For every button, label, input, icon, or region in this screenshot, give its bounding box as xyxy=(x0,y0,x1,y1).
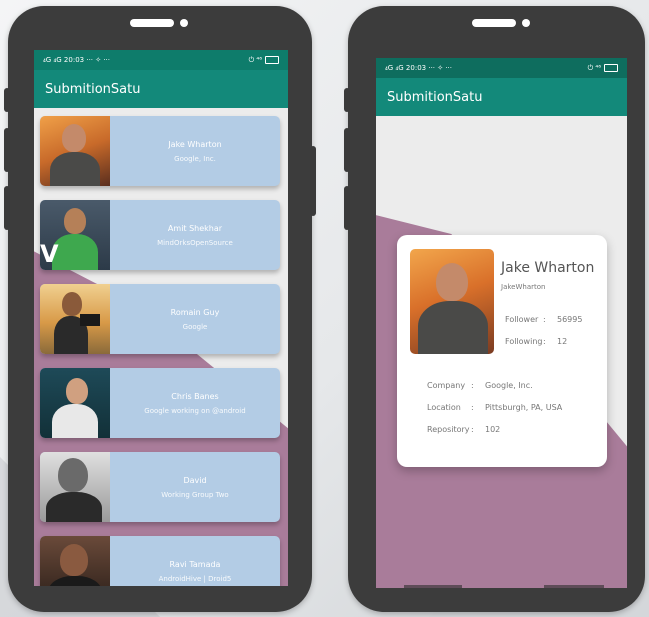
user-name: Romain Guy xyxy=(170,307,220,317)
battery-icon xyxy=(265,56,279,64)
card-text: Jake Wharton Google, Inc. xyxy=(110,116,280,186)
screen-user-list: ₄G ₄G 20:03 ··· ✧ ··· ⏻ ⁴⁶ SubmitionSatu… xyxy=(34,50,288,586)
user-list: Jake Wharton Google, Inc. V Amit Shekhar… xyxy=(40,116,280,586)
bottom-tab-indicator xyxy=(404,585,462,588)
phone-volume-button xyxy=(4,88,10,112)
avatar-image xyxy=(40,368,110,438)
avatar-image xyxy=(40,284,110,354)
user-card-romain[interactable]: Romain Guy Google xyxy=(40,284,280,354)
detail-name: Jake Wharton xyxy=(501,260,595,276)
phone-camera xyxy=(522,19,530,27)
location-row: Location: Pittsburgh, PA, USA xyxy=(427,403,563,412)
company-row: Company: Google, Inc. xyxy=(427,381,533,390)
user-name: Amit Shekhar xyxy=(167,223,223,233)
status-left: ₄G ₄G 20:03 ··· ✧ ··· xyxy=(43,56,111,64)
user-name: Jake Wharton xyxy=(168,139,222,149)
battery-icon xyxy=(604,64,618,72)
status-right: ⏻ ⁴⁶ xyxy=(249,56,279,65)
phone-volume-button xyxy=(344,88,350,112)
card-text: Ravi Tamada AndroidHive | Droid5 xyxy=(110,536,280,586)
app-title: SubmitionSatu xyxy=(387,89,483,105)
phone-speaker xyxy=(472,19,516,27)
detail-avatar-image xyxy=(410,249,494,354)
status-right: ⏻ ⁴⁶ xyxy=(588,64,618,73)
status-left: ₄G ₄G 20:03 ··· ✧ ··· xyxy=(385,64,453,72)
repository-value: 102 xyxy=(485,425,501,434)
detail-username: JakeWharton xyxy=(501,283,546,291)
user-card-chris[interactable]: Chris Banes Google working on @android xyxy=(40,368,280,438)
follower-count: 56995 xyxy=(557,315,583,324)
app-title: SubmitionSatu xyxy=(45,81,141,97)
card-text: Romain Guy Google xyxy=(110,284,280,354)
user-card-david[interactable]: David Working Group Two xyxy=(40,452,280,522)
user-company: Google xyxy=(182,322,208,331)
company-value: Google, Inc. xyxy=(485,381,533,390)
avatar-image xyxy=(40,116,110,186)
user-name: David xyxy=(183,475,207,485)
card-text: David Working Group Two xyxy=(110,452,280,522)
user-name: Chris Banes xyxy=(171,391,219,401)
user-company: Working Group Two xyxy=(161,490,229,499)
location-value: Pittsburgh, PA, USA xyxy=(485,403,563,412)
user-company: MindOrksOpenSource xyxy=(157,238,233,247)
user-card-ravi[interactable]: Ravi Tamada AndroidHive | Droid5 xyxy=(40,536,280,586)
phone-volume-button xyxy=(4,128,10,172)
card-text: Amit Shekhar MindOrksOpenSource xyxy=(110,200,280,270)
phone-speaker xyxy=(130,19,174,27)
phone-camera xyxy=(180,19,188,27)
phone-power-button xyxy=(4,186,10,230)
user-name: Ravi Tamada xyxy=(169,559,221,569)
status-bar: ₄G ₄G 20:03 ··· ✧ ··· ⏻ ⁴⁶ xyxy=(34,50,288,70)
user-detail-card: Jake Wharton JakeWharton Follower:56995 … xyxy=(397,235,607,467)
user-card-amit[interactable]: V Amit Shekhar MindOrksOpenSource xyxy=(40,200,280,270)
card-text: Chris Banes Google working on @android xyxy=(110,368,280,438)
following-count: 12 xyxy=(557,337,568,346)
avatar-image: V xyxy=(40,200,110,270)
screen-user-detail: ₄G ₄G 20:03 ··· ✧ ··· ⏻ ⁴⁶ SubmitionSatu… xyxy=(376,58,627,588)
user-company: Google, Inc. xyxy=(174,154,216,163)
follower-row: Follower:56995 xyxy=(505,315,583,324)
user-company: AndroidHive | Droid5 xyxy=(158,574,232,583)
phone-volume-button xyxy=(344,128,350,172)
user-card-jake[interactable]: Jake Wharton Google, Inc. xyxy=(40,116,280,186)
following-row: Following: 12 xyxy=(505,337,568,346)
avatar-image xyxy=(40,536,110,586)
app-bar: SubmitionSatu xyxy=(376,78,627,116)
phone-side-button xyxy=(310,146,316,216)
bottom-tab-indicator xyxy=(544,585,604,588)
status-bar: ₄G ₄G 20:03 ··· ✧ ··· ⏻ ⁴⁶ xyxy=(376,58,627,78)
user-company: Google working on @android xyxy=(144,406,246,415)
phone-power-button xyxy=(344,186,350,230)
avatar-image xyxy=(40,452,110,522)
repository-row: Repository: 102 xyxy=(427,425,501,434)
app-bar: SubmitionSatu xyxy=(34,70,288,108)
